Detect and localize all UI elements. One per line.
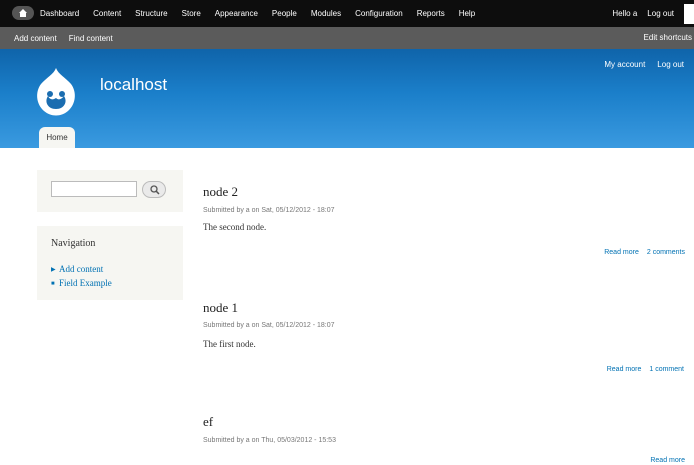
node-links: Read more 2 comments	[596, 249, 685, 256]
toolbar-item-appearance[interactable]: Appearance	[215, 9, 258, 18]
search-button[interactable]	[142, 181, 166, 198]
site-name[interactable]: localhost	[100, 75, 167, 95]
search-icon	[150, 185, 160, 195]
secondary-menu: My account Log out	[592, 60, 684, 69]
node-submitted: Submitted by a on Sat, 05/12/2012 - 18:0…	[203, 322, 335, 329]
node-submitted: Submitted by a on Thu, 05/03/2012 - 15:5…	[203, 437, 336, 444]
navigation-block: Navigation ▶ Add content ■ Field Example	[37, 226, 183, 300]
read-more-link[interactable]: Read more	[604, 249, 639, 256]
nav-item-label[interactable]: Add content	[59, 264, 103, 274]
read-more-link[interactable]: Read more	[650, 457, 685, 464]
nav-item-field-example[interactable]: ■ Field Example	[51, 276, 112, 290]
toolbar-item-structure[interactable]: Structure	[135, 9, 167, 18]
shortcut-bar: Add content Find content Edit shortcuts	[0, 27, 694, 49]
node-links: Read more 1 comment	[599, 366, 684, 373]
my-account-link[interactable]: My account	[604, 60, 645, 69]
toolbar-item-help[interactable]: Help	[459, 9, 475, 18]
toolbar-item-store[interactable]: Store	[182, 9, 201, 18]
site-header: localhost My account Log out Home	[0, 49, 694, 148]
home-icon[interactable]	[12, 6, 34, 20]
node-title[interactable]: ef	[203, 414, 213, 430]
shortcut-add-content[interactable]: Add content	[14, 34, 57, 43]
node-teaser: node 2 Submitted by a on Sat, 05/12/2012…	[203, 184, 685, 264]
search-block	[37, 170, 183, 212]
shortcut-list: Add content Find content	[14, 27, 125, 49]
node-title[interactable]: node 2	[203, 184, 238, 200]
node-teaser: ef Submitted by a on Thu, 05/03/2012 - 1…	[203, 414, 685, 464]
node-body: The second node.	[203, 222, 267, 232]
comments-link[interactable]: 1 comment	[649, 366, 684, 373]
node-links: Read more	[642, 457, 685, 464]
nav-item-add-content[interactable]: ▶ Add content	[51, 262, 112, 276]
edit-shortcuts-link[interactable]: Edit shortcuts	[644, 27, 692, 49]
collapsed-arrow-icon: ▶	[51, 266, 56, 273]
drupal-logo-icon[interactable]	[34, 66, 78, 120]
navigation-title: Navigation	[51, 238, 96, 249]
nav-item-label[interactable]: Field Example	[59, 278, 112, 288]
shortcut-find-content[interactable]: Find content	[69, 34, 113, 43]
toolbar-hello-user[interactable]: Hello a	[612, 9, 637, 18]
toolbar-item-dashboard[interactable]: Dashboard	[40, 9, 79, 18]
node-teaser: node 1 Submitted by a on Sat, 05/12/2012…	[203, 300, 684, 380]
bullet-icon: ■	[51, 280, 55, 287]
main-menu-tab-home[interactable]: Home	[39, 127, 75, 148]
toolbar-logout-link[interactable]: Log out	[647, 9, 674, 18]
node-submitted: Submitted by a on Sat, 05/12/2012 - 18:0…	[203, 207, 335, 214]
comments-link[interactable]: 2 comments	[647, 249, 685, 256]
toolbar-item-content[interactable]: Content	[93, 9, 121, 18]
toolbar-item-configuration[interactable]: Configuration	[355, 9, 403, 18]
read-more-link[interactable]: Read more	[607, 366, 642, 373]
node-body: The first node.	[203, 339, 256, 349]
toolbar-item-people[interactable]: People	[272, 9, 297, 18]
toolbar-user-menu: Hello a Log out	[612, 0, 694, 27]
toolbar-item-reports[interactable]: Reports	[417, 9, 445, 18]
navigation-list: ▶ Add content ■ Field Example	[51, 262, 112, 290]
toolbar-item-modules[interactable]: Modules	[311, 9, 341, 18]
toolbar-menu: Dashboard Content Structure Store Appear…	[40, 0, 489, 27]
admin-toolbar: Dashboard Content Structure Store Appear…	[0, 0, 694, 27]
toolbar-drawer-toggle[interactable]	[684, 3, 694, 24]
header-logout-link[interactable]: Log out	[657, 60, 684, 69]
search-input[interactable]	[51, 181, 137, 197]
node-title[interactable]: node 1	[203, 300, 238, 316]
